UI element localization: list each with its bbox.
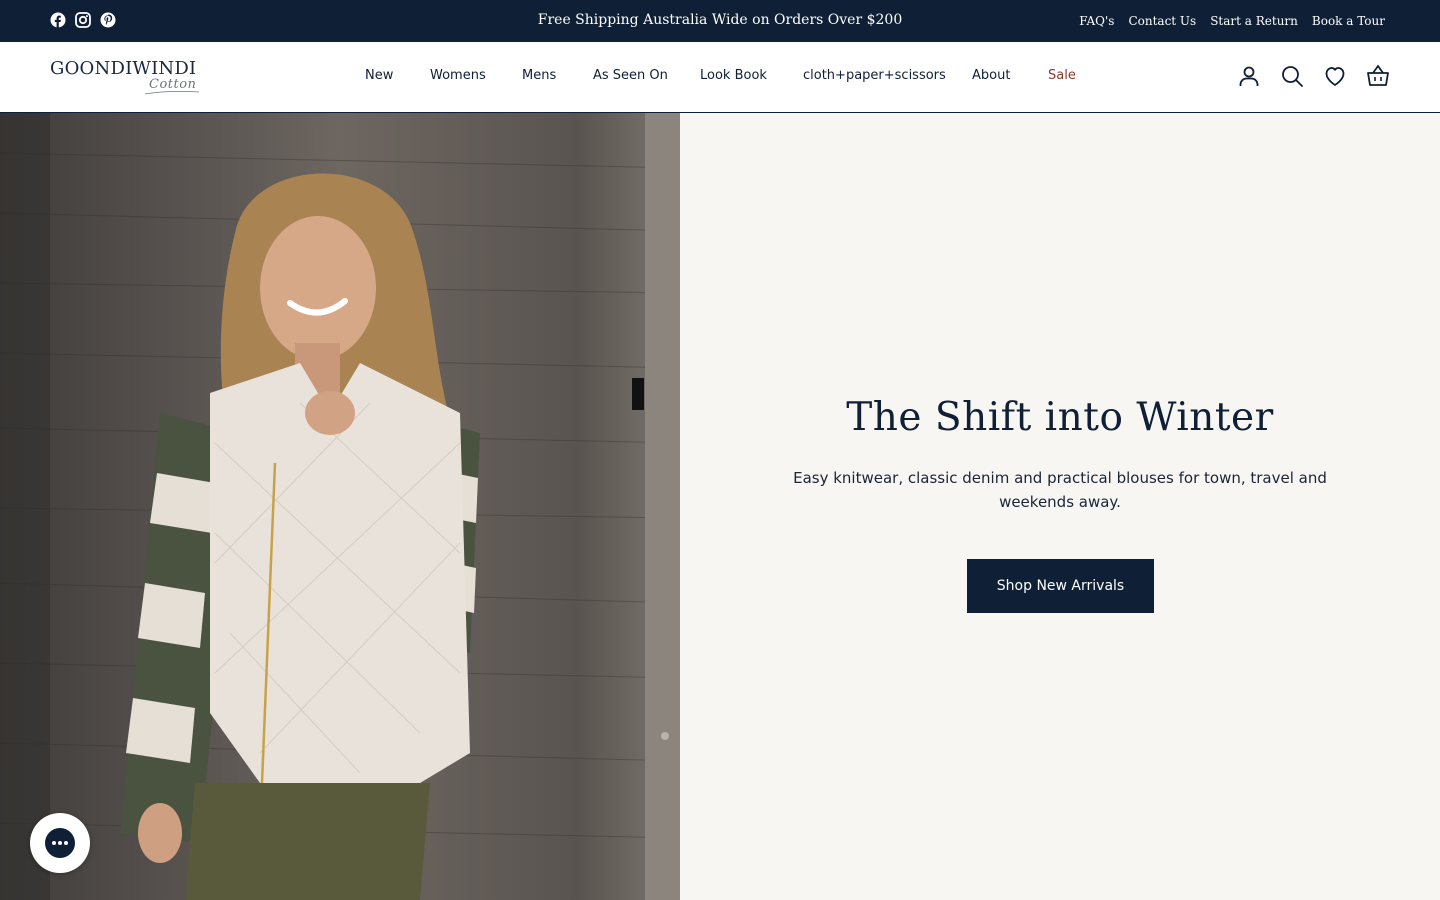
nav-look-book[interactable]: Look Book [700,68,767,83]
header-icons [1237,64,1390,88]
facebook-icon[interactable] [50,12,66,28]
instagram-icon[interactable] [75,12,91,28]
nav-cloth-paper-scissors[interactable]: cloth+paper+scissors [803,68,946,83]
wishlist-heart-icon[interactable] [1323,64,1347,88]
book-tour-link[interactable]: Book a Tour [1312,14,1385,28]
start-return-link[interactable]: Start a Return [1210,14,1298,28]
chat-launcher-button[interactable] [30,813,90,873]
nav-new[interactable]: New [365,68,393,83]
chat-bubble-icon [45,828,75,858]
nav-womens[interactable]: Womens [430,68,486,83]
contact-link[interactable]: Contact Us [1128,14,1196,28]
social-links [50,12,116,28]
pinterest-icon[interactable] [100,12,116,28]
faq-link[interactable]: FAQ's [1079,14,1114,28]
announcement-bar: Free Shipping Australia Wide on Orders O… [0,0,1440,42]
hero-image [0,113,680,900]
utility-links: FAQ's Contact Us Start a Return Book a T… [1079,0,1385,42]
main-nav: New Womens Mens As Seen On Look Book clo… [0,42,1440,112]
hero-description: Easy knitwear, classic denim and practic… [793,469,1327,511]
nav-about[interactable]: About [972,68,1010,83]
nav-as-seen-on[interactable]: As Seen On [593,68,668,83]
basket-icon[interactable] [1366,64,1390,88]
nav-sale[interactable]: Sale [1048,68,1076,83]
site-header: GOONDIWINDI Cotton New Womens Mens As Se… [0,42,1440,113]
brand-logo[interactable]: GOONDIWINDI Cotton [50,58,202,98]
hero-panel: The Shift into Winter Easy knitwear, cla… [680,113,1440,900]
shop-new-arrivals-button[interactable]: Shop New Arrivals [967,559,1154,613]
nav-mens[interactable]: Mens [522,68,556,83]
hero-title: The Shift into Winter [846,395,1274,440]
search-icon[interactable] [1280,64,1304,88]
account-icon[interactable] [1237,64,1261,88]
